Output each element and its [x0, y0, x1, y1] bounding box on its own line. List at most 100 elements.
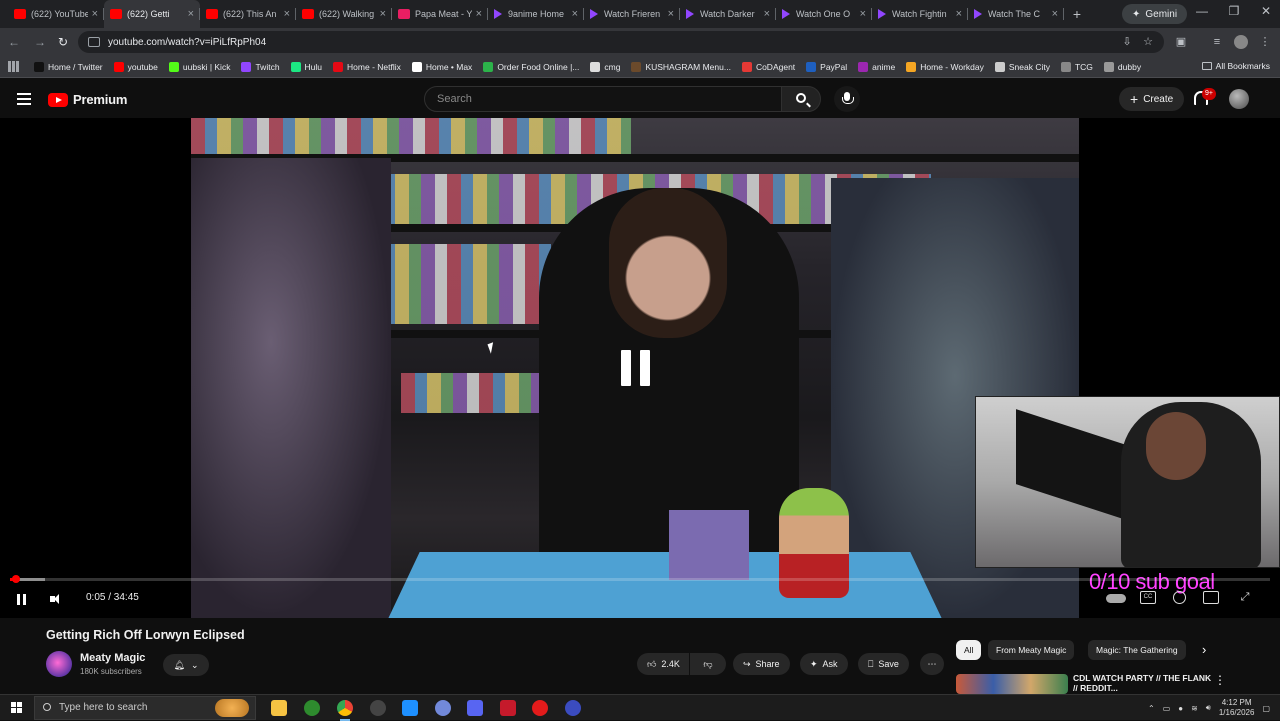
bookmark-item[interactable]: TCG	[1060, 61, 1093, 72]
discord-icon[interactable]	[435, 700, 451, 716]
chrome-menu-icon[interactable]: ⋮	[1258, 35, 1272, 49]
bookmark-item[interactable]: PayPal	[806, 61, 847, 72]
tab-close-icon[interactable]: ×	[668, 8, 674, 20]
filter-chip[interactable]: From Meaty Magic	[988, 640, 1075, 660]
browser-tab[interactable]: (622) Getti ×	[104, 0, 200, 28]
filter-chip[interactable]: All	[956, 640, 982, 660]
dislike-button[interactable]: 👎︎	[690, 653, 726, 675]
tray-overflow-icon[interactable]: ⌃	[1148, 704, 1155, 713]
gemini-button[interactable]: ✦ Gemini	[1122, 4, 1188, 24]
tab-close-icon[interactable]: ×	[860, 8, 866, 20]
browser-tab[interactable]: (622) Walking ×	[296, 0, 392, 28]
bookmark-item[interactable]: CoDAgent	[741, 61, 795, 72]
vscode-icon[interactable]	[402, 700, 418, 716]
bookmark-item[interactable]: cmg	[590, 61, 620, 72]
volume-icon[interactable]	[46, 591, 62, 607]
notification-center-icon[interactable]: ▢	[1262, 704, 1270, 713]
tab-close-icon[interactable]: ×	[1052, 8, 1058, 20]
search-button[interactable]	[781, 86, 821, 112]
address-bar[interactable]: youtube.com/watch?v=iPiLfRpPh04	[78, 31, 1164, 53]
video-player[interactable]: 0/10 sub goal 0:05 / 34:45 CC ⤢	[0, 118, 1280, 618]
apps-grid-icon[interactable]	[8, 61, 19, 72]
ask-button[interactable]: ✦ Ask	[800, 653, 848, 675]
browser-tab[interactable]: Watch The C ×	[968, 0, 1064, 28]
bookmark-item[interactable]: Order Food Online |...	[483, 61, 579, 72]
browser-tab[interactable]: Watch Frieren ×	[584, 0, 680, 28]
tab-close-icon[interactable]: ×	[92, 8, 98, 20]
back-arrow-icon[interactable]: ←	[6, 34, 22, 50]
network-icon[interactable]: ▭	[1163, 704, 1171, 713]
mic-tray-icon[interactable]: ●	[1178, 704, 1183, 713]
windows-start-icon[interactable]	[11, 702, 22, 713]
taskbar-search-input[interactable]: Type here to search	[34, 696, 256, 720]
bookmark-item[interactable]: Home / Twitter	[34, 61, 103, 72]
chevron-right-icon[interactable]: ›	[1202, 642, 1206, 657]
browser-tab[interactable]: Watch One O ×	[776, 0, 872, 28]
site-info-icon[interactable]	[88, 37, 100, 47]
tab-close-icon[interactable]: ×	[572, 8, 578, 20]
like-button[interactable]: 👍︎ 2.4K	[637, 653, 689, 675]
settings-gear-icon[interactable]	[1173, 591, 1186, 604]
browser-tab[interactable]: Papa Meat - Y ×	[392, 0, 488, 28]
bookmark-star-icon[interactable]: ☆	[1141, 35, 1155, 49]
menu-hamburger-icon[interactable]	[17, 93, 31, 105]
browser-tab[interactable]: 9anime Home ×	[488, 0, 584, 28]
fullscreen-icon[interactable]: ⤢	[1237, 591, 1253, 604]
account-avatar[interactable]	[1229, 89, 1249, 109]
recommendation-title[interactable]: CDL WATCH PARTY // THE FLANK // REDDIT..…	[1073, 673, 1213, 693]
chrome-icon[interactable]	[337, 700, 353, 721]
extensions-icon[interactable]: ▣	[1174, 35, 1188, 49]
browser-tab[interactable]: Watch Fightin ×	[872, 0, 968, 28]
theater-mode-icon[interactable]	[1203, 591, 1219, 604]
autoplay-toggle[interactable]	[1106, 594, 1126, 603]
more-actions-button[interactable]: ⋯	[920, 653, 944, 675]
progress-bar[interactable]	[10, 575, 1270, 583]
new-tab-button[interactable]: +	[1064, 0, 1090, 28]
browser-tab[interactable]: (622) This An ×	[200, 0, 296, 28]
all-bookmarks-button[interactable]: All Bookmarks	[1201, 61, 1270, 71]
close-window-icon[interactable]: ✕	[1252, 4, 1280, 18]
media-controls-icon[interactable]: ≡	[1210, 35, 1224, 49]
tab-close-icon[interactable]: ×	[188, 8, 194, 20]
browser-tab[interactable]: Watch Darker ×	[680, 0, 776, 28]
system-clock[interactable]: 4:12 PM 1/16/2026	[1219, 698, 1255, 718]
voice-search-button[interactable]	[834, 86, 860, 112]
tab-close-icon[interactable]: ×	[956, 8, 962, 20]
wifi-icon[interactable]: ≋	[1191, 704, 1198, 713]
bookmark-item[interactable]: Home - Workday	[906, 61, 984, 72]
scrubber-handle[interactable]	[12, 575, 21, 583]
share-button[interactable]: ↪ Share	[733, 653, 790, 675]
channel-name[interactable]: Meaty Magic	[80, 652, 145, 664]
vpn-icon[interactable]	[565, 700, 581, 716]
recommendation-more-icon[interactable]: ⋮	[1214, 673, 1226, 687]
install-app-icon[interactable]: ⇩	[1120, 35, 1134, 49]
recommendation-thumbnail[interactable]	[956, 674, 1068, 694]
tab-close-icon[interactable]: ×	[284, 8, 290, 20]
tab-close-icon[interactable]: ×	[380, 8, 386, 20]
bookmark-item[interactable]: youtube	[113, 61, 158, 72]
bookmark-item[interactable]: Home - Netflix	[333, 61, 401, 72]
bookmark-item[interactable]: Hulu	[290, 61, 322, 72]
pause-overlay-icon[interactable]	[621, 350, 651, 386]
red-app-icon[interactable]	[500, 700, 516, 716]
search-input[interactable]: Search	[424, 86, 782, 112]
save-button[interactable]: ⎕ Save	[858, 653, 909, 675]
create-button[interactable]: + Create	[1119, 87, 1185, 111]
bookmark-item[interactable]: Home • Max	[411, 61, 472, 72]
github-icon[interactable]	[370, 700, 386, 716]
tab-close-icon[interactable]: ×	[476, 8, 482, 20]
reload-icon[interactable]: ↻	[55, 34, 71, 50]
media-player-icon[interactable]	[532, 700, 548, 716]
bookmark-item[interactable]: KUSHAGRAM Menu...	[631, 61, 731, 72]
minimize-icon[interactable]: —	[1188, 4, 1216, 18]
bookmark-item[interactable]: Sneak City	[994, 61, 1050, 72]
file-explorer-icon[interactable]	[271, 700, 287, 716]
filter-chip[interactable]: Magic: The Gathering	[1088, 640, 1186, 660]
restore-icon[interactable]: ❐	[1220, 4, 1248, 18]
captions-icon[interactable]: CC	[1140, 591, 1156, 604]
subscribed-notifications-button[interactable]: 🔔︎ ⌄	[163, 654, 209, 676]
browser-tab[interactable]: (622) YouTube ×	[8, 0, 104, 28]
forward-arrow-icon[interactable]: →	[32, 34, 48, 50]
bookmark-item[interactable]: Twitch	[241, 61, 280, 72]
speaker-icon[interactable]: 🔊︎	[1206, 703, 1211, 713]
